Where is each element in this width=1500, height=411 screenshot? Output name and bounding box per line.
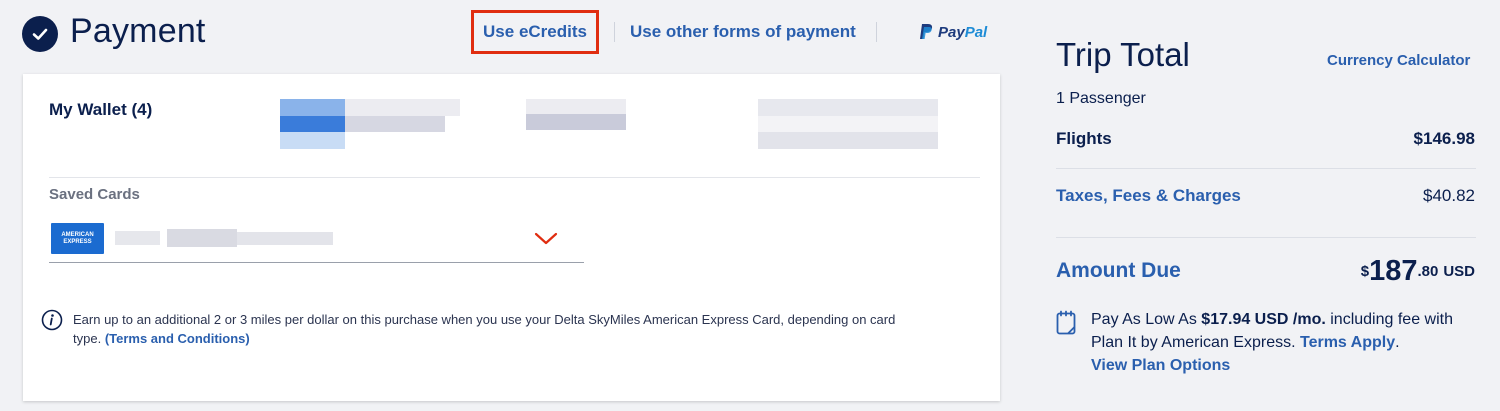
chevron-down-icon[interactable] (533, 225, 559, 251)
plan-it-text: Pay As Low As $17.94 USD /mo. including … (1091, 311, 1453, 351)
card-number-blurred (115, 229, 333, 247)
wallet-item-blurred[interactable] (526, 99, 631, 139)
completed-check-icon (22, 16, 58, 52)
terms-apply-link[interactable]: Terms Apply (1300, 334, 1395, 351)
wallet-item-blurred[interactable] (758, 99, 943, 151)
other-payment-tab[interactable]: Use other forms of payment (630, 22, 856, 42)
saved-cards-label: Saved Cards (49, 186, 140, 203)
terms-conditions-link[interactable]: (Terms and Conditions) (105, 331, 250, 346)
tab-divider (614, 22, 615, 42)
view-plan-options-link[interactable]: View Plan Options (1091, 357, 1230, 375)
currency-calculator-link[interactable]: Currency Calculator (1327, 52, 1470, 69)
payment-card: My Wallet (4) Saved Cards AMERICAN EXPRES… (23, 74, 1000, 401)
amount-due-label: Amount Due (1056, 259, 1181, 282)
calendar-icon (1056, 310, 1076, 335)
wallet-label: My Wallet (4) (49, 100, 153, 119)
trip-total-title: Trip Total (1056, 36, 1190, 73)
use-ecredits-tab[interactable]: Use eCredits (471, 10, 599, 54)
amex-card-logo: AMERICAN EXPRESS (51, 223, 104, 254)
saved-card-dropdown[interactable]: AMERICAN EXPRESS (49, 217, 584, 263)
page-title: Payment (70, 12, 206, 50)
paypal-button[interactable]: PayPal (918, 23, 987, 41)
tab-divider (876, 22, 877, 42)
skymiles-info-text: Earn up to an additional 2 or 3 miles pe… (73, 312, 896, 346)
summary-divider (1056, 168, 1476, 169)
section-divider (49, 177, 980, 178)
flights-value: $146.98 (1413, 129, 1475, 148)
wallet-item-blurred[interactable] (280, 99, 465, 151)
paypal-logo-icon (920, 24, 933, 39)
summary-divider (1056, 237, 1476, 238)
passenger-count: 1 Passenger (1056, 90, 1146, 107)
flights-label: Flights (1056, 129, 1112, 148)
amount-due-value: $ 187 .80 USD (1360, 255, 1475, 287)
paypal-wordmark: PayPal (938, 23, 988, 41)
info-icon (41, 309, 63, 331)
taxes-value: $40.82 (1423, 186, 1475, 205)
taxes-fees-link[interactable]: Taxes, Fees & Charges (1056, 186, 1241, 206)
